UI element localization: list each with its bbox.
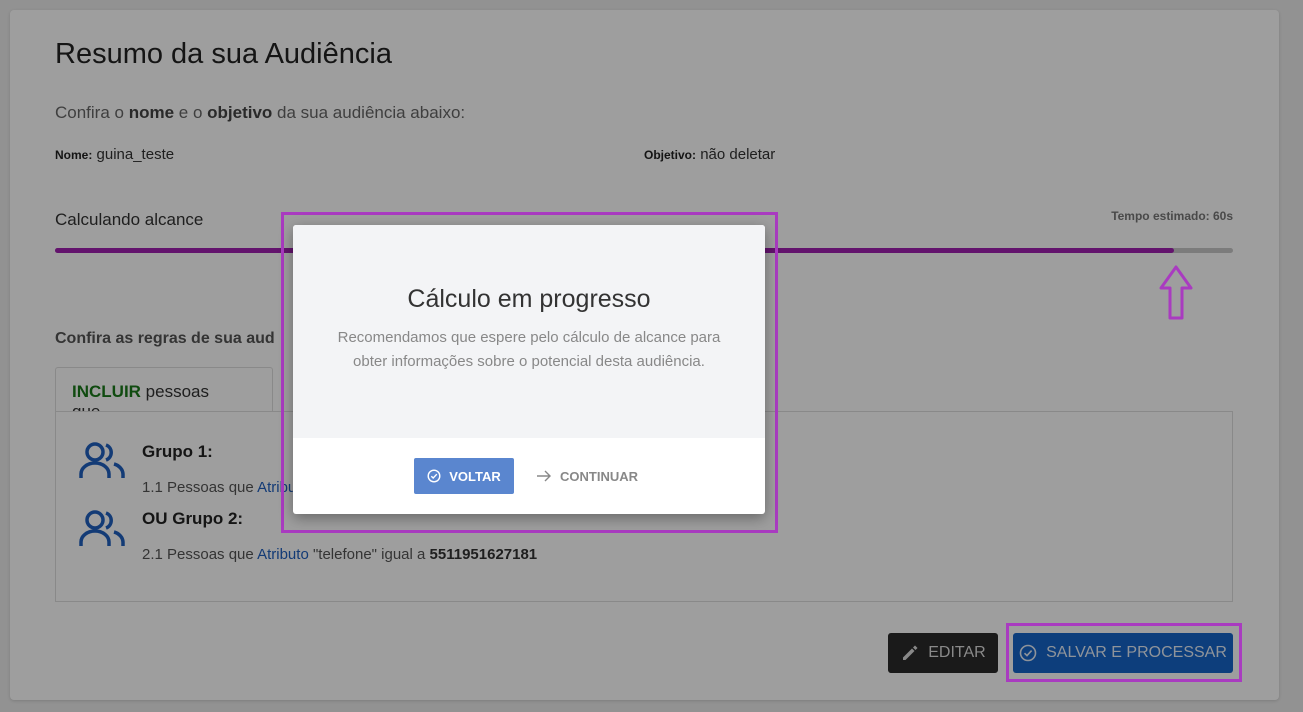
modal-header: Cálculo em progresso Recomendamos que es…: [293, 225, 765, 438]
check-circle-icon: [427, 469, 441, 483]
modal-title: Cálculo em progresso: [407, 285, 651, 313]
modal-message: Recomendamos que espere pelo cálculo de …: [337, 329, 721, 370]
modal-actions: VOLTAR CONTINUAR: [293, 438, 765, 514]
arrow-right-icon: [537, 470, 551, 482]
back-button[interactable]: VOLTAR: [414, 458, 514, 494]
progress-modal: Cálculo em progresso Recomendamos que es…: [293, 225, 765, 514]
continue-button-label: CONTINUAR: [560, 468, 638, 484]
back-button-label: VOLTAR: [449, 468, 501, 484]
up-arrow-icon: [1159, 265, 1193, 320]
save-button-highlight-frame: [1006, 623, 1242, 682]
continue-button[interactable]: CONTINUAR: [530, 458, 644, 494]
